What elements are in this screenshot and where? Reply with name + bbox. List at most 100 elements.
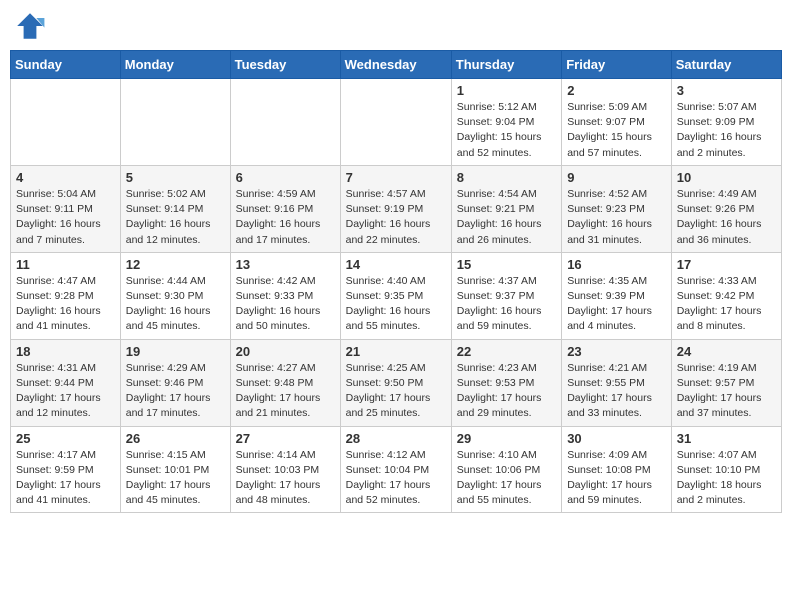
day-info: Sunrise: 4:47 AM Sunset: 9:28 PM Dayligh… xyxy=(16,274,115,335)
day-number: 2 xyxy=(567,83,666,98)
day-number: 9 xyxy=(567,170,666,185)
day-info: Sunrise: 4:52 AM Sunset: 9:23 PM Dayligh… xyxy=(567,187,666,248)
day-number: 3 xyxy=(677,83,776,98)
day-number: 15 xyxy=(457,257,556,272)
calendar-cell: 26 Sunrise: 4:15 AM Sunset: 10:01 PM Dayl… xyxy=(120,426,230,513)
calendar-cell: 15 Sunrise: 4:37 AM Sunset: 9:37 PM Dayli… xyxy=(451,252,561,339)
calendar-cell: 5 Sunrise: 5:02 AM Sunset: 9:14 PM Daylig… xyxy=(120,165,230,252)
col-header-wednesday: Wednesday xyxy=(340,51,451,79)
col-header-thursday: Thursday xyxy=(451,51,561,79)
day-number: 24 xyxy=(677,344,776,359)
day-info: Sunrise: 4:19 AM Sunset: 9:57 PM Dayligh… xyxy=(677,361,776,422)
day-number: 7 xyxy=(346,170,446,185)
calendar-cell: 22 Sunrise: 4:23 AM Sunset: 9:53 PM Dayli… xyxy=(451,339,561,426)
col-header-monday: Monday xyxy=(120,51,230,79)
day-number: 11 xyxy=(16,257,115,272)
calendar-table: SundayMondayTuesdayWednesdayThursdayFrid… xyxy=(10,50,782,513)
day-number: 16 xyxy=(567,257,666,272)
day-number: 13 xyxy=(236,257,335,272)
day-info: Sunrise: 4:15 AM Sunset: 10:01 PM Daylig… xyxy=(126,448,225,509)
calendar-cell: 1 Sunrise: 5:12 AM Sunset: 9:04 PM Daylig… xyxy=(451,79,561,166)
day-number: 25 xyxy=(16,431,115,446)
calendar-cell: 12 Sunrise: 4:44 AM Sunset: 9:30 PM Dayli… xyxy=(120,252,230,339)
calendar-cell: 8 Sunrise: 4:54 AM Sunset: 9:21 PM Daylig… xyxy=(451,165,561,252)
day-info: Sunrise: 4:54 AM Sunset: 9:21 PM Dayligh… xyxy=(457,187,556,248)
day-info: Sunrise: 4:07 AM Sunset: 10:10 PM Daylig… xyxy=(677,448,776,509)
col-header-friday: Friday xyxy=(562,51,672,79)
calendar-cell: 31 Sunrise: 4:07 AM Sunset: 10:10 PM Dayl… xyxy=(671,426,781,513)
day-number: 29 xyxy=(457,431,556,446)
day-number: 6 xyxy=(236,170,335,185)
calendar-cell: 21Sunrise: 4:25 AM Sunset: 9:50 PM Dayli… xyxy=(340,339,451,426)
day-info: Sunrise: 4:42 AM Sunset: 9:33 PM Dayligh… xyxy=(236,274,335,335)
calendar-cell: 25Sunrise: 4:17 AM Sunset: 9:59 PM Dayli… xyxy=(11,426,121,513)
calendar-cell xyxy=(120,79,230,166)
day-info: Sunrise: 5:12 AM Sunset: 9:04 PM Dayligh… xyxy=(457,100,556,161)
day-number: 27 xyxy=(236,431,335,446)
day-info: Sunrise: 4:09 AM Sunset: 10:08 PM Daylig… xyxy=(567,448,666,509)
day-number: 31 xyxy=(677,431,776,446)
calendar-cell: 20 Sunrise: 4:27 AM Sunset: 9:48 PM Dayli… xyxy=(230,339,340,426)
day-number: 26 xyxy=(126,431,225,446)
day-number: 20 xyxy=(236,344,335,359)
calendar-cell: 19 Sunrise: 4:29 AM Sunset: 9:46 PM Dayli… xyxy=(120,339,230,426)
calendar-cell: 4 Sunrise: 5:04 AM Sunset: 9:11 PM Daylig… xyxy=(11,165,121,252)
day-info: Sunrise: 4:12 AM Sunset: 10:04 PM Daylig… xyxy=(346,448,446,509)
day-info: Sunrise: 4:29 AM Sunset: 9:46 PM Dayligh… xyxy=(126,361,225,422)
calendar-week-4: 18 Sunrise: 4:31 AM Sunset: 9:44 PM Dayli… xyxy=(11,339,782,426)
day-info: Sunrise: 4:44 AM Sunset: 9:30 PM Dayligh… xyxy=(126,274,225,335)
day-info: Sunrise: 4:57 AM Sunset: 9:19 PM Dayligh… xyxy=(346,187,446,248)
day-info: Sunrise: 4:21 AM Sunset: 9:55 PM Dayligh… xyxy=(567,361,666,422)
calendar-cell: 30 Sunrise: 4:09 AM Sunset: 10:08 PM Dayl… xyxy=(562,426,672,513)
day-info: Sunrise: 4:31 AM Sunset: 9:44 PM Dayligh… xyxy=(16,361,115,422)
calendar-cell: 9 Sunrise: 4:52 AM Sunset: 9:23 PM Daylig… xyxy=(562,165,672,252)
day-info: Sunrise: 5:07 AM Sunset: 9:09 PM Dayligh… xyxy=(677,100,776,161)
calendar-week-1: 1 Sunrise: 5:12 AM Sunset: 9:04 PM Daylig… xyxy=(11,79,782,166)
calendar-cell: 6 Sunrise: 4:59 AM Sunset: 9:16 PM Daylig… xyxy=(230,165,340,252)
calendar-week-3: 11 Sunrise: 4:47 AM Sunset: 9:28 PM Dayli… xyxy=(11,252,782,339)
day-number: 12 xyxy=(126,257,225,272)
calendar-cell xyxy=(340,79,451,166)
day-number: 4 xyxy=(16,170,115,185)
calendar-cell: 3 Sunrise: 5:07 AM Sunset: 9:09 PM Daylig… xyxy=(671,79,781,166)
day-number: 22 xyxy=(457,344,556,359)
calendar-cell: 18 Sunrise: 4:31 AM Sunset: 9:44 PM Dayli… xyxy=(11,339,121,426)
day-number: 8 xyxy=(457,170,556,185)
calendar-cell: 13 Sunrise: 4:42 AM Sunset: 9:33 PM Dayli… xyxy=(230,252,340,339)
day-info: Sunrise: 4:23 AM Sunset: 9:53 PM Dayligh… xyxy=(457,361,556,422)
day-info: Sunrise: 5:04 AM Sunset: 9:11 PM Dayligh… xyxy=(16,187,115,248)
day-info: Sunrise: 4:35 AM Sunset: 9:39 PM Dayligh… xyxy=(567,274,666,335)
logo-icon xyxy=(14,10,46,42)
day-info: Sunrise: 4:59 AM Sunset: 9:16 PM Dayligh… xyxy=(236,187,335,248)
calendar-cell: 27 Sunrise: 4:14 AM Sunset: 10:03 PM Dayl… xyxy=(230,426,340,513)
day-info: Sunrise: 5:02 AM Sunset: 9:14 PM Dayligh… xyxy=(126,187,225,248)
day-number: 14 xyxy=(346,257,446,272)
day-info: Sunrise: 4:40 AM Sunset: 9:35 PM Dayligh… xyxy=(346,274,446,335)
calendar-cell xyxy=(11,79,121,166)
calendar-cell: 17Sunrise: 4:33 AM Sunset: 9:42 PM Dayli… xyxy=(671,252,781,339)
day-number: 23 xyxy=(567,344,666,359)
page-header xyxy=(10,10,782,42)
day-number: 30 xyxy=(567,431,666,446)
day-info: Sunrise: 4:37 AM Sunset: 9:37 PM Dayligh… xyxy=(457,274,556,335)
day-info: Sunrise: 4:14 AM Sunset: 10:03 PM Daylig… xyxy=(236,448,335,509)
day-info: Sunrise: 5:09 AM Sunset: 9:07 PM Dayligh… xyxy=(567,100,666,161)
day-number: 1 xyxy=(457,83,556,98)
calendar-cell: 11 Sunrise: 4:47 AM Sunset: 9:28 PM Dayli… xyxy=(11,252,121,339)
day-number: 19 xyxy=(126,344,225,359)
calendar-cell: 16 Sunrise: 4:35 AM Sunset: 9:39 PM Dayli… xyxy=(562,252,672,339)
calendar-cell: 23 Sunrise: 4:21 AM Sunset: 9:55 PM Dayli… xyxy=(562,339,672,426)
day-number: 18 xyxy=(16,344,115,359)
calendar-week-5: 25Sunrise: 4:17 AM Sunset: 9:59 PM Dayli… xyxy=(11,426,782,513)
logo xyxy=(14,10,50,42)
day-number: 5 xyxy=(126,170,225,185)
day-info: Sunrise: 4:27 AM Sunset: 9:48 PM Dayligh… xyxy=(236,361,335,422)
calendar-cell: 28 Sunrise: 4:12 AM Sunset: 10:04 PM Dayl… xyxy=(340,426,451,513)
day-number: 28 xyxy=(346,431,446,446)
day-number: 17 xyxy=(677,257,776,272)
day-info: Sunrise: 4:49 AM Sunset: 9:26 PM Dayligh… xyxy=(677,187,776,248)
calendar-cell: 29 Sunrise: 4:10 AM Sunset: 10:06 PM Dayl… xyxy=(451,426,561,513)
day-info: Sunrise: 4:25 AM Sunset: 9:50 PM Dayligh… xyxy=(346,361,446,422)
day-info: Sunrise: 4:10 AM Sunset: 10:06 PM Daylig… xyxy=(457,448,556,509)
day-number: 10 xyxy=(677,170,776,185)
